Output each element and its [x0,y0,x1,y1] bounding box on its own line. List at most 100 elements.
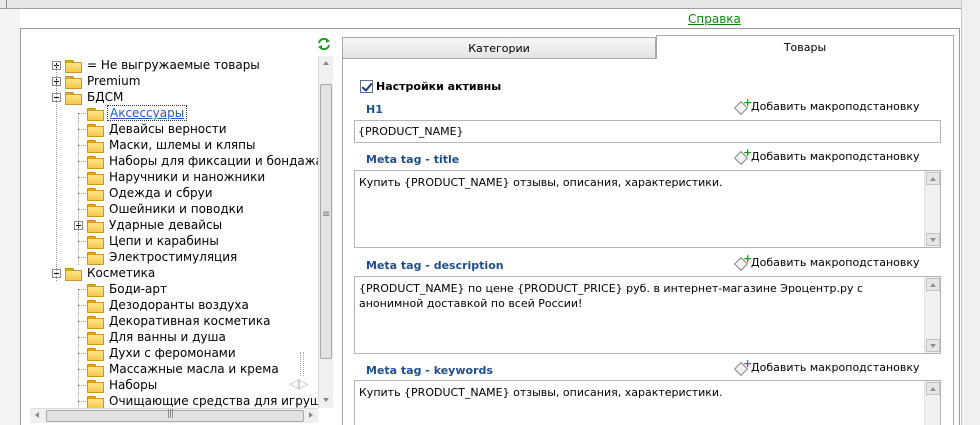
tree-item[interactable]: Декоративная косметика [40,313,318,329]
panel-splitter[interactable]: ◁▷ [287,352,317,400]
tree-item-label[interactable]: Одежда и сбруи [107,185,215,201]
tree-item[interactable]: Косметика [40,265,318,281]
scroll-up-icon[interactable] [926,172,940,185]
textarea-scrollbar[interactable] [924,171,940,247]
tree-item[interactable]: Цепи и карабины [40,233,318,249]
folder-icon [65,268,82,281]
scroll-up-icon[interactable] [926,382,940,395]
meta-description-label: Meta tag - description [366,259,504,272]
tree-item[interactable]: Для ванны и душа [40,329,318,345]
tree-item[interactable]: Наборы для фиксации и бондажа [40,153,318,169]
toolbar-divider [6,0,7,9]
scroll-down-icon[interactable] [319,393,334,408]
help-link[interactable]: Справка [688,12,741,26]
tree-connector [78,113,86,114]
tree-item-label[interactable]: Массажные масла и крема [107,361,281,377]
folder-icon [87,124,104,137]
tree-item-label[interactable]: Девайсы верности [107,121,229,137]
tree-guide-line [56,65,57,281]
h1-input[interactable]: {PRODUCT_NAME} [354,120,941,143]
tree-item-label[interactable]: Ударные девайсы [107,217,224,233]
tree-item-label[interactable]: Наручники и наножники [107,169,267,185]
tag-add-icon [736,252,752,268]
tree-horizontal-scrollbar[interactable] [30,408,318,423]
tree-item[interactable]: Аксессуары [40,105,318,121]
splitter-grip[interactable] [300,352,304,376]
tree-item-label[interactable]: Декоративная косметика [107,313,272,329]
folder-icon [87,204,104,217]
meta-keywords-text: Купить {PRODUCT_NAME} отзывы, описания, … [359,386,723,399]
tab-categories[interactable]: Категории [342,37,656,59]
meta-description-textarea[interactable]: {PRODUCT_NAME} по цене {PRODUCT_PRICE} р… [354,276,941,354]
folder-icon [87,236,104,249]
textarea-scrollbar[interactable] [924,277,940,353]
scroll-up-icon[interactable] [926,278,940,291]
tree-item-label[interactable]: Ошейники и поводки [107,201,246,217]
tree-item[interactable]: Маски, шлемы и кляпы [40,137,318,153]
scroll-left-icon[interactable] [30,409,45,423]
scroll-thumb-horizontal[interactable] [46,409,304,422]
tree-item-label[interactable]: Духи с феромонами [107,345,238,361]
folder-icon [87,380,104,393]
scroll-down-icon[interactable] [926,339,940,352]
tree-item-label[interactable]: Дезодоранты воздуха [107,297,251,313]
macro-link-label: Добавить макроподстановку [751,361,920,374]
tree-item-label[interactable]: Маски, шлемы и кляпы [107,137,257,153]
tree-item[interactable]: Электростимуляция [40,249,318,265]
top-toolbar-strip [0,0,980,9]
scroll-right-icon[interactable] [303,409,318,423]
tree-item[interactable]: Очищающие средства для игрушек и [40,393,318,408]
tree-item-label[interactable]: = Не выгружаемые товары [85,57,262,73]
tree-connector [78,321,86,322]
scroll-thumb[interactable] [320,84,332,359]
tree-item[interactable]: Дезодоранты воздуха [40,297,318,313]
tree-item[interactable]: Девайсы верности [40,121,318,137]
tree-item[interactable]: Наручники и наножники [40,169,318,185]
tree-item-label[interactable]: Наборы для фиксации и бондажа [107,153,318,169]
left-margin [0,9,20,425]
tree-item[interactable]: Ошейники и поводки [40,201,318,217]
tree-item[interactable]: Ударные девайсы [40,217,318,233]
tree-item[interactable]: Одежда и сбруи [40,185,318,201]
tree-vertical-scrollbar[interactable] [318,56,333,408]
tree-connector [78,337,86,338]
meta-title-text: Купить {PRODUCT_NAME} отзывы, описания, … [359,176,723,189]
tree-item[interactable]: Массажные масла и крема [40,361,318,377]
tree-item-label[interactable]: Электростимуляция [107,249,239,265]
meta-description-add-macro-link[interactable]: Добавить макроподстановку [736,252,920,269]
tree-item[interactable]: = Не выгружаемые товары [40,57,318,73]
tree-item[interactable]: Premium [40,73,318,89]
tree-item-label[interactable]: Боди-арт [107,281,169,297]
scroll-up-icon[interactable] [319,56,334,71]
macro-link-label: Добавить макроподстановку [751,100,920,113]
folder-icon [65,92,82,105]
splitter-arrows-icon[interactable]: ◁▷ [289,376,308,392]
tree-item[interactable]: Боди-арт [40,281,318,297]
meta-title-add-macro-link[interactable]: Добавить макроподстановку [736,146,920,163]
tree-item-label[interactable]: Premium [85,73,142,89]
tag-add-icon [736,357,752,373]
tree-item[interactable]: БДСМ [40,89,318,105]
refresh-icon[interactable] [316,37,332,51]
meta-title-textarea[interactable]: Купить {PRODUCT_NAME} отзывы, описания, … [354,170,941,248]
tree-connector [78,145,86,146]
tree-item-label[interactable]: Цепи и карабины [107,233,221,249]
tree-item-label[interactable]: Для ванны и душа [107,329,228,345]
folder-icon [87,252,104,265]
h1-label: H1 [366,103,383,116]
h1-add-macro-link[interactable]: Добавить макроподстановку [736,96,920,113]
tree-item-label[interactable]: БДСМ [85,89,125,105]
tree-item-label[interactable]: Наборы [107,377,159,393]
tab-products[interactable]: Товары [656,35,954,60]
scroll-down-icon[interactable] [926,233,940,246]
settings-active-checkbox[interactable] [360,80,373,93]
tree-item[interactable]: Духи с феромонами [40,345,318,361]
textarea-scrollbar[interactable] [924,381,940,425]
tree-item[interactable]: Наборы [40,377,318,393]
tree-item-label[interactable]: Аксессуары [107,105,188,121]
tree-connector [78,193,86,194]
tree-item-label[interactable]: Косметика [85,265,157,281]
meta-keywords-add-macro-link[interactable]: Добавить макроподстановку [736,357,920,374]
meta-keywords-textarea[interactable]: Купить {PRODUCT_NAME} отзывы, описания, … [354,380,941,425]
tree-connector [78,289,86,290]
